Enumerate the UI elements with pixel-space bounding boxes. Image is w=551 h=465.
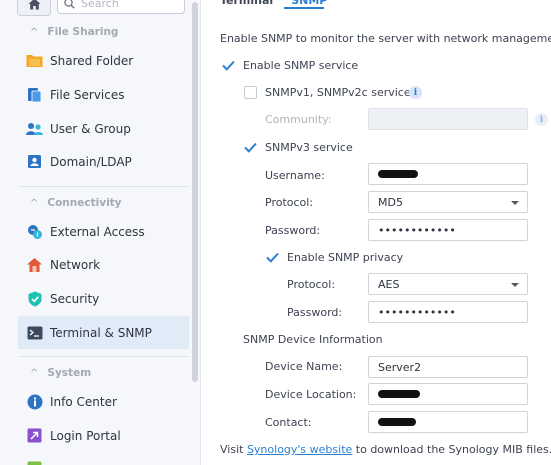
divider xyxy=(18,356,190,357)
sidebar-item-label: Domain/LDAP xyxy=(50,154,132,169)
privacy-protocol-select[interactable]: AES xyxy=(368,273,528,295)
app-icon xyxy=(26,460,43,465)
info-center-icon xyxy=(26,393,43,410)
sidebar-item-label: File Services xyxy=(50,87,125,102)
sidebar-item-domain-ldap[interactable]: Domain/LDAP xyxy=(18,145,189,178)
enable-snmp-checkbox[interactable] xyxy=(222,59,235,72)
active-tab-indicator xyxy=(284,7,324,9)
sidebar-item-terminal-snmp[interactable]: Terminal & SNMP xyxy=(18,316,189,349)
device-info-title: SNMP Device Information xyxy=(243,333,383,346)
snmp-privacy-checkbox[interactable] xyxy=(266,251,279,264)
section-label: System xyxy=(47,367,92,379)
home-icon xyxy=(28,0,40,10)
device-name-label: Device Name: xyxy=(265,360,343,373)
tab-terminal[interactable]: Terminal xyxy=(220,0,273,8)
checkmark-icon xyxy=(222,60,235,71)
user-group-icon xyxy=(26,120,43,137)
device-location-field[interactable] xyxy=(368,383,528,405)
snmp-privacy-label: Enable SNMP privacy xyxy=(287,251,404,264)
login-portal-icon xyxy=(26,427,43,444)
username-field[interactable] xyxy=(368,163,528,185)
chevron-up-icon: ^ xyxy=(30,26,39,38)
snmp-v1v2c-label: SNMPv1, SNMPv2c service xyxy=(265,86,411,99)
network-icon xyxy=(26,256,43,273)
snmp-v3-checkbox[interactable] xyxy=(244,141,257,154)
sidebar-item-file-services[interactable]: File Services xyxy=(18,78,189,111)
file-services-icon xyxy=(26,86,43,103)
chevron-down-icon xyxy=(511,201,519,205)
sidebar-item-user-group[interactable]: User & Group xyxy=(18,112,189,145)
redacted-value xyxy=(378,418,416,426)
divider xyxy=(18,186,190,187)
username-label: Username: xyxy=(265,169,325,182)
privacy-protocol-value: AES xyxy=(378,277,400,291)
sidebar-item-label: Terminal & SNMP xyxy=(50,325,152,340)
snmp-v1v2c-checkbox[interactable] xyxy=(244,86,257,99)
sidebar-item-network[interactable]: Network xyxy=(18,248,189,281)
redacted-value xyxy=(378,170,418,178)
device-name-value: Server2 xyxy=(378,360,422,374)
shared-folder-icon xyxy=(26,52,43,69)
community-field[interactable] xyxy=(368,108,528,130)
section-file-sharing[interactable]: ^ File Sharing xyxy=(30,24,118,40)
device-name-field[interactable]: Server2 xyxy=(368,356,528,378)
chevron-up-icon: ^ xyxy=(30,367,39,379)
sidebar-item-external-access[interactable]: External Access xyxy=(18,215,189,248)
mib-footer: Visit Synology's website to download the… xyxy=(220,443,551,456)
domain-ldap-icon xyxy=(26,153,43,170)
privacy-protocol-label: Protocol: xyxy=(287,278,336,291)
chevron-up-icon: ^ xyxy=(30,197,39,209)
enable-snmp-label: Enable SNMP service xyxy=(243,59,359,72)
sidebar-scrollbar[interactable] xyxy=(192,2,198,382)
info-icon[interactable]: i xyxy=(535,113,548,126)
sidebar: ^ File Sharing Shared Folder File Servic… xyxy=(0,0,201,465)
community-label: Community: xyxy=(265,113,332,126)
password-value: •••••••••••• xyxy=(378,223,456,237)
password-label: Password: xyxy=(265,224,321,237)
protocol-value: MD5 xyxy=(378,195,403,209)
info-icon[interactable]: i xyxy=(409,86,422,99)
checkmark-icon xyxy=(266,252,279,263)
privacy-password-field[interactable]: •••••••••••• xyxy=(368,301,528,323)
section-system[interactable]: ^ System xyxy=(30,365,91,381)
section-label: Connectivity xyxy=(47,197,122,209)
home-button[interactable] xyxy=(17,0,51,16)
terminal-icon xyxy=(26,324,43,341)
search-icon xyxy=(64,0,75,9)
chevron-down-icon xyxy=(511,283,519,287)
sidebar-item-label: Info Center xyxy=(50,394,117,409)
snmp-description: Enable SNMP to monitor the server with n… xyxy=(220,32,551,45)
device-location-label: Device Location: xyxy=(265,388,357,401)
external-access-icon xyxy=(26,223,43,240)
section-label: File Sharing xyxy=(47,26,119,38)
snmp-v3-label: SNMPv3 service xyxy=(265,141,353,154)
sidebar-item-label: Network xyxy=(50,257,101,272)
privacy-password-value: •••••••••••• xyxy=(378,305,456,319)
security-icon xyxy=(26,290,43,307)
sidebar-item-label: Security xyxy=(50,291,100,306)
sidebar-item-security[interactable]: Security xyxy=(18,282,189,315)
sidebar-item-label: User & Group xyxy=(50,121,131,136)
sidebar-item-label: Shared Folder xyxy=(50,53,134,68)
search-box[interactable] xyxy=(57,0,185,14)
sidebar-item-shared-folder[interactable]: Shared Folder xyxy=(18,44,189,77)
privacy-password-label: Password: xyxy=(287,306,343,319)
footer-prefix: Visit xyxy=(220,443,247,456)
sidebar-item-label: External Access xyxy=(50,224,145,239)
search-input[interactable] xyxy=(81,0,181,10)
sidebar-item-login-portal[interactable]: Login Portal xyxy=(18,419,189,452)
footer-suffix: to download the Synology MIB files. xyxy=(352,443,551,456)
section-connectivity[interactable]: ^ Connectivity xyxy=(30,195,122,211)
password-field[interactable]: •••••••••••• xyxy=(368,219,528,241)
sidebar-item-label: Login Portal xyxy=(50,428,121,443)
synology-website-link[interactable]: Synology's website xyxy=(247,443,352,456)
contact-field[interactable] xyxy=(368,411,528,433)
protocol-select[interactable]: MD5 xyxy=(368,191,528,213)
sidebar-item-info-center[interactable]: Info Center xyxy=(18,385,189,418)
contact-label: Contact: xyxy=(265,416,312,429)
sidebar-item-partial[interactable] xyxy=(18,452,189,465)
checkmark-icon xyxy=(244,142,257,153)
protocol-label: Protocol: xyxy=(265,196,314,209)
redacted-value xyxy=(378,390,420,398)
